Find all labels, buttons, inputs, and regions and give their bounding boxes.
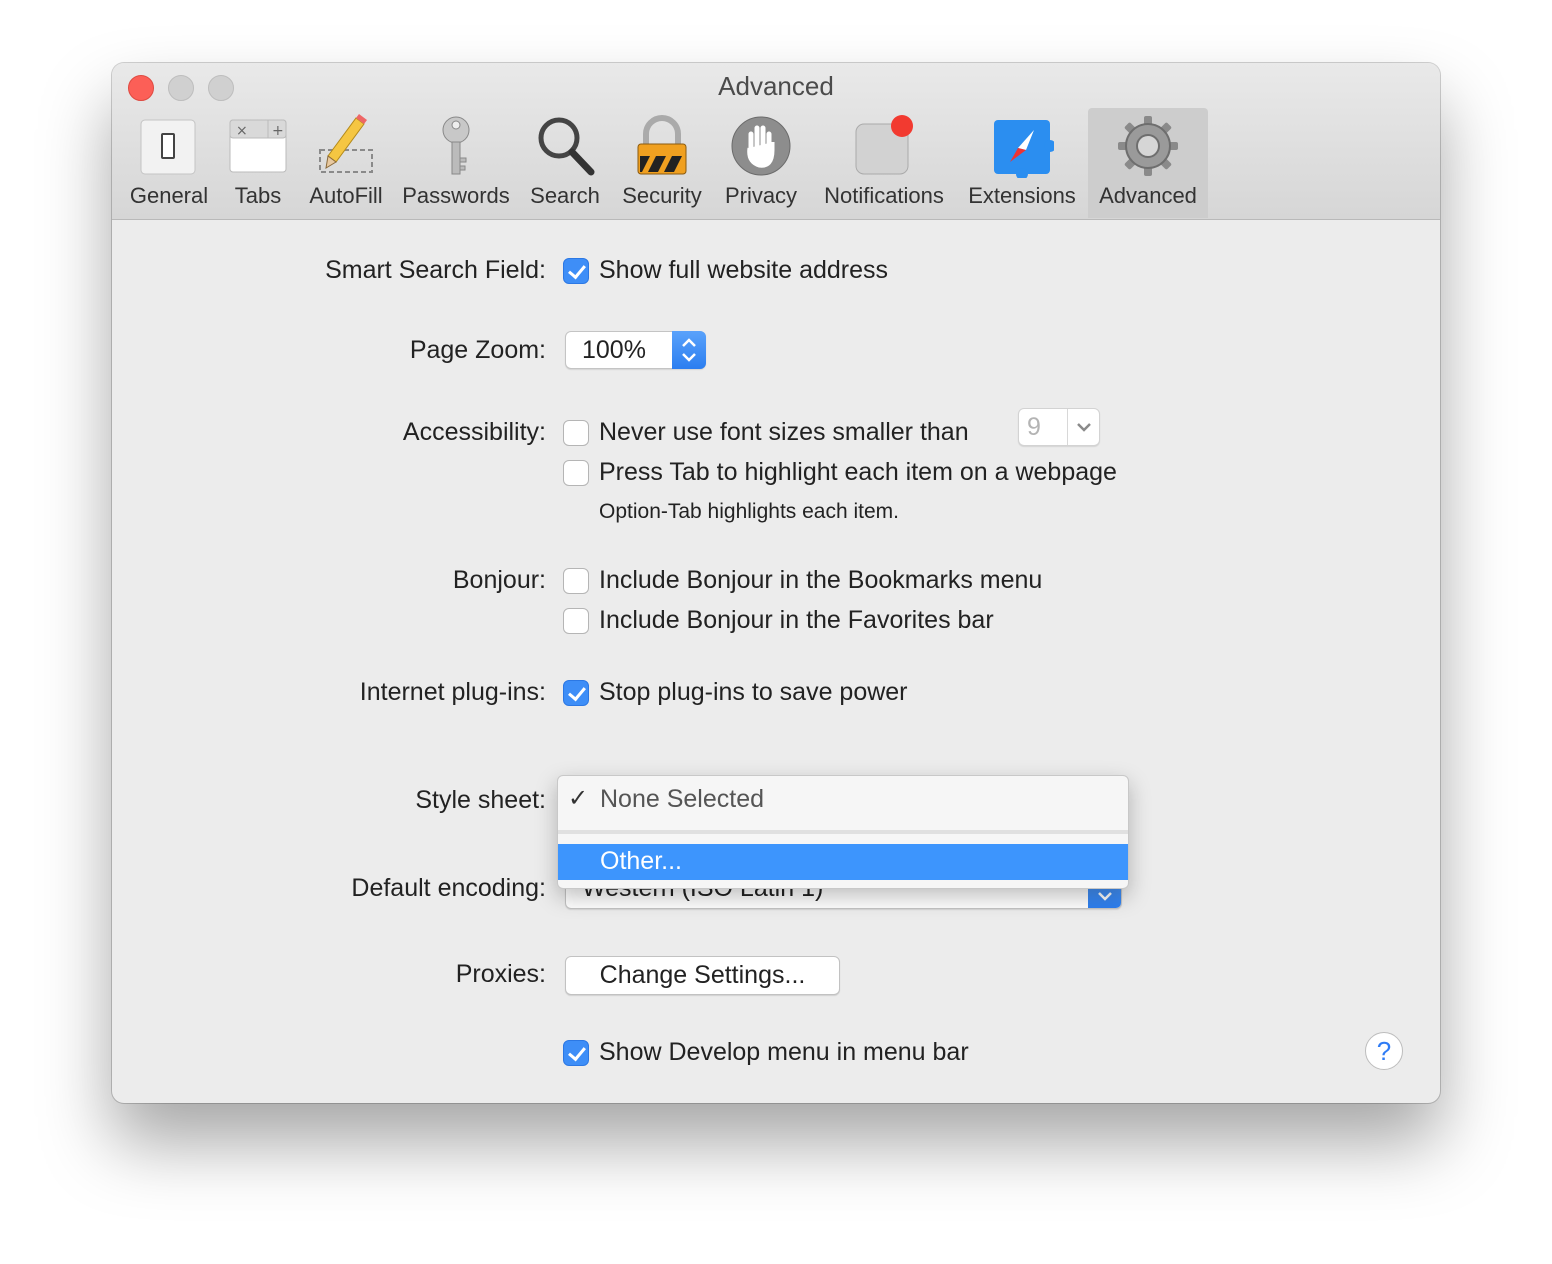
tab-passwords-label: Passwords: [402, 183, 510, 208]
chevron-down-icon: [1067, 409, 1101, 445]
tab-advanced[interactable]: Advanced: [1088, 108, 1208, 218]
plugins-label: Internet plug-ins:: [359, 678, 546, 706]
svg-text:×: ×: [236, 123, 248, 139]
tabs-icon: × +: [229, 119, 287, 173]
bonjour-favorites-checkbox[interactable]: [563, 608, 589, 634]
tab-extensions[interactable]: Extensions: [964, 108, 1080, 218]
key-icon: [442, 116, 470, 175]
tab-advanced-label: Advanced: [1099, 183, 1197, 208]
font-size-checkbox[interactable]: [563, 420, 589, 446]
puzzle-compass-icon: [994, 120, 1054, 178]
show-develop-checkbox[interactable]: [563, 1040, 589, 1066]
tab-notifications-label: Notifications: [824, 183, 944, 208]
menu-item-other[interactable]: Other...: [558, 844, 1128, 880]
tab-privacy-label: Privacy: [724, 183, 798, 208]
style-sheet-label: Style sheet:: [415, 786, 546, 814]
notification-badge-icon: [855, 115, 913, 175]
smart-search-label: Smart Search Field:: [325, 256, 546, 284]
bonjour-bookmarks-checkbox[interactable]: [563, 568, 589, 594]
show-full-address-text: Show full website address: [599, 256, 889, 284]
change-settings-button[interactable]: Change Settings...: [565, 956, 840, 995]
option-tab-note: Option-Tab highlights each item.: [599, 500, 899, 523]
menu-separator: [558, 830, 1128, 834]
bonjour-label: Bonjour:: [452, 566, 546, 594]
help-button[interactable]: ?: [1365, 1032, 1403, 1070]
press-tab-checkbox[interactable]: [563, 460, 589, 486]
tab-autofill-label: AutoFill: [309, 183, 383, 208]
page-zoom-label: Page Zoom:: [409, 336, 546, 364]
style-sheet-menu: ✓ None Selected Other...: [557, 775, 1129, 889]
font-size-text: Never use font sizes smaller than: [599, 418, 969, 446]
tab-general-label: General: [129, 183, 209, 208]
menu-item-none-label: None Selected: [600, 785, 765, 813]
stepper-arrows-icon: [672, 331, 706, 369]
menu-item-none-selected[interactable]: ✓ None Selected: [558, 782, 1128, 818]
font-size-popup[interactable]: 9: [1018, 408, 1100, 446]
tab-tabs-label: Tabs: [234, 183, 282, 208]
hand-icon: [731, 116, 791, 176]
tab-extensions-label: Extensions: [968, 183, 1076, 208]
preferences-window: Advanced General × + Tabs AutoFill Passw…: [112, 63, 1440, 1103]
tab-security[interactable]: Security: [612, 108, 712, 218]
tab-privacy[interactable]: Privacy: [716, 108, 806, 218]
checkmark-icon: ✓: [568, 785, 589, 812]
magnifier-icon: [538, 117, 595, 176]
font-size-value: 9: [1027, 413, 1041, 441]
proxies-label: Proxies:: [455, 960, 546, 988]
bonjour-bookmarks-text: Include Bonjour in the Bookmarks menu: [599, 566, 1043, 594]
show-develop-text: Show Develop menu in menu bar: [599, 1038, 969, 1066]
stop-plugins-checkbox[interactable]: [563, 680, 589, 706]
tab-search[interactable]: Search: [522, 108, 608, 218]
tab-tabs[interactable]: × + Tabs: [220, 108, 296, 218]
tab-autofill[interactable]: AutoFill: [302, 108, 390, 218]
svg-text:+: +: [272, 123, 284, 139]
title-bar: Advanced General × + Tabs AutoFill Passw…: [112, 63, 1440, 220]
general-switch-icon: [140, 119, 196, 175]
bonjour-favorites-text: Include Bonjour in the Favorites bar: [599, 606, 994, 634]
press-tab-text: Press Tab to highlight each item on a we…: [599, 458, 1117, 486]
tab-passwords[interactable]: Passwords: [398, 108, 514, 218]
tab-general[interactable]: General: [124, 108, 214, 218]
tab-search-label: Search: [530, 183, 600, 208]
pencil-icon: [319, 114, 373, 173]
menu-item-other-label: Other...: [600, 847, 682, 875]
window-title: Advanced: [718, 71, 834, 101]
page-zoom-popup[interactable]: 100%: [565, 331, 706, 369]
page-zoom-value: 100%: [582, 336, 646, 364]
tab-security-label: Security: [622, 183, 702, 208]
accessibility-label: Accessibility:: [402, 418, 546, 446]
default-encoding-label: Default encoding:: [351, 874, 546, 902]
tab-notifications[interactable]: Notifications: [814, 108, 954, 218]
show-full-address-checkbox[interactable]: [563, 258, 589, 284]
stop-plugins-text: Stop plug-ins to save power: [599, 678, 908, 706]
padlock-icon: [637, 115, 687, 175]
gear-icon: [1118, 116, 1178, 176]
